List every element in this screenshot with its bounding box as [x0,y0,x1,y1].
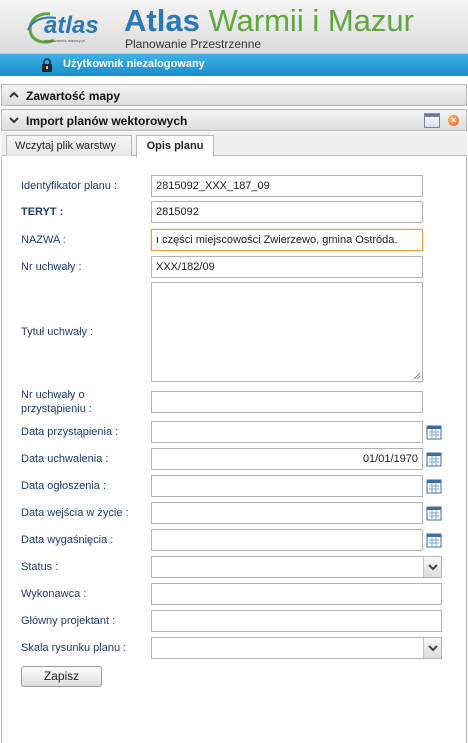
tab-plan-description[interactable]: Opis planu [136,135,214,157]
lock-icon [42,58,52,72]
panel-map-content-title: Zawartość mapy [26,89,121,103]
accession-no-field[interactable] [151,391,423,413]
calendar-icon[interactable] [426,532,442,548]
user-status-bar: Użytkownik niezalogowany [0,54,468,76]
name-label: NAZWA : [21,234,66,246]
app-header: atlas atlas.warmia.mazury.pl Atlas Warmi… [0,0,468,54]
expiry-date-label: Data wygaśnięcia : [21,534,114,546]
adoption-date-field[interactable]: 01/01/1970 [151,448,423,470]
save-button[interactable]: Zapisz [21,666,102,687]
scale-label: Skala rysunku planu : [21,642,127,654]
tab-load-layer[interactable]: Wczytaj plik warstwy [6,135,132,156]
status-label: Status : [21,561,59,573]
publication-date-field[interactable] [151,475,423,497]
calendar-icon[interactable] [426,505,442,521]
chevron-down-icon[interactable] [8,114,20,126]
status-select[interactable] [151,556,442,578]
chief-designer-field[interactable] [151,610,442,632]
chevron-up-icon[interactable] [8,89,20,101]
effective-date-field[interactable] [151,502,423,524]
teryt-label: TERYT : [21,206,64,218]
publication-date-label: Data ogłoszenia : [21,480,106,492]
window-icon[interactable] [424,113,440,128]
panel-map-content[interactable]: Zawartość mapy [1,84,467,106]
app-title: Atlas Warmii i Mazur [124,3,414,39]
resolution-no-label: Nr uchwały : [21,261,82,273]
accession-no-label-line2: przystąpieniu : [21,403,92,415]
expiry-date-field[interactable] [151,529,423,551]
contractor-field[interactable] [151,583,442,605]
app-subtitle: Planowanie Przestrzenne [125,37,262,51]
tab-bar: Wczytaj plik warstwy Opis planu [1,132,467,157]
plan-description-form: Identyfikator planu : 2815092_XXX_187_09… [1,157,467,743]
scale-select[interactable] [151,637,442,659]
resolution-title-label: Tytuł uchwały : [21,326,94,338]
panel-import-plans[interactable]: Import planów wektorowych × [1,109,467,131]
app-title-main: Atlas [124,3,200,38]
contractor-label: Wykonawca : [21,588,87,600]
teryt-field[interactable]: 2815092 [151,201,423,223]
plan-id-label: Identyfikator planu : [21,180,118,192]
accession-date-field[interactable] [151,421,423,443]
adoption-date-label: Data uchwalenia : [21,453,109,465]
logo-wordmark: atlas [44,12,99,39]
resolution-no-field[interactable]: XXX/182/09 [151,256,423,278]
calendar-icon[interactable] [426,424,442,440]
logo-subtext: atlas.warmia.mazury.pl [44,38,85,43]
resize-handle-icon[interactable] [413,372,421,380]
dropdown-arrow-icon[interactable] [423,638,441,658]
calendar-icon[interactable] [426,451,442,467]
effective-date-label: Data wejścia w życie : [21,507,129,519]
accession-no-label-line1: Nr uchwały o [21,389,85,401]
user-status-label: Użytkownik niezalogowany [63,58,205,70]
dropdown-arrow-icon[interactable] [423,557,441,577]
panel-import-plans-title: Import planów wektorowych [26,114,188,128]
close-icon[interactable]: × [448,115,459,126]
plan-id-field[interactable]: 2815092_XXX_187_09 [151,175,423,197]
name-field[interactable]: ı części miejscowości Zwierzewo, gmina O… [151,229,423,251]
app-title-region: Warmii i Mazur [208,3,414,38]
resolution-title-textarea[interactable] [151,282,423,382]
chief-designer-label: Główny projektant : [21,615,116,627]
calendar-icon[interactable] [426,478,442,494]
accession-date-label: Data przystąpienia : [21,426,119,438]
